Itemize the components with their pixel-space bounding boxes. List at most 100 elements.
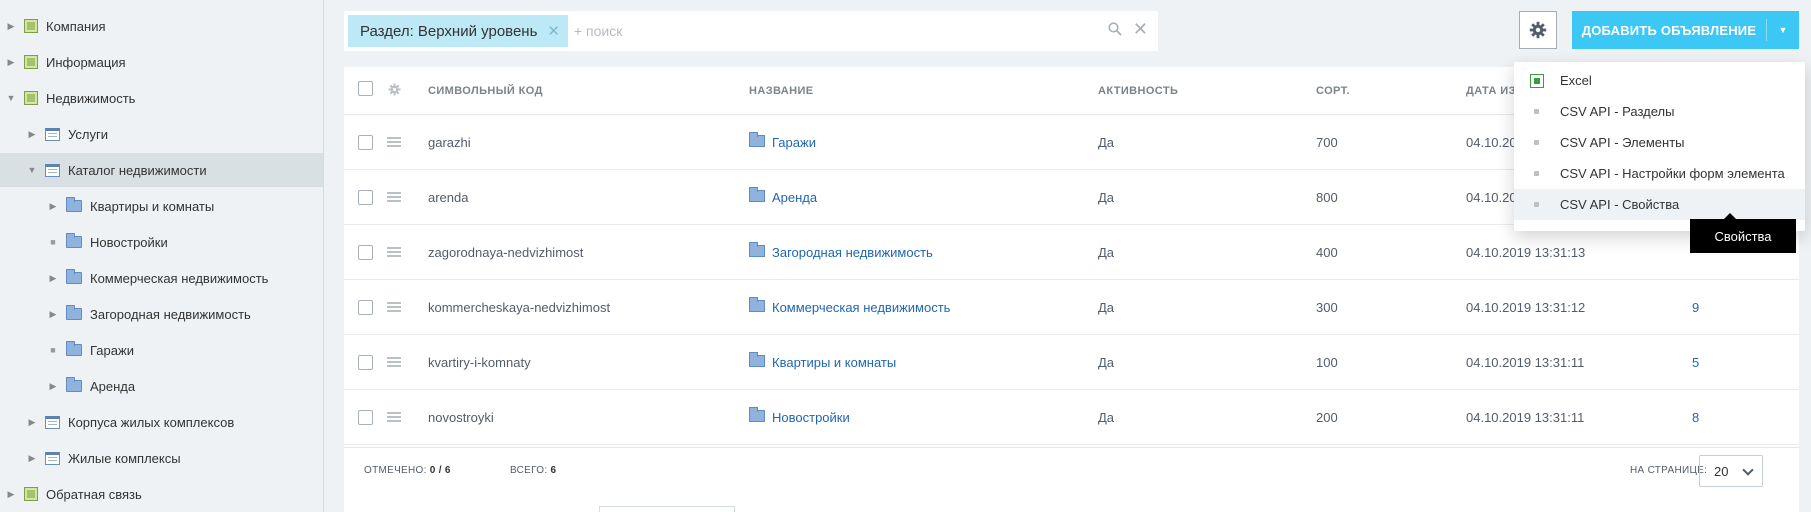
iblock-type-icon — [24, 91, 38, 105]
sidebar-item-feedback[interactable]: ▶ Обратная связь — [0, 477, 323, 511]
menu-item-label: Excel — [1560, 73, 1592, 88]
drag-handle-icon[interactable] — [387, 412, 401, 422]
collapse-arrow-icon[interactable]: ▼ — [6, 93, 16, 103]
cell-date: 04.10.2019 13:31:13 — [1466, 245, 1586, 260]
filter-chip-label: Раздел: Верхний уровень — [360, 22, 538, 40]
folder-icon — [66, 269, 82, 284]
filter-chip[interactable]: Раздел: Верхний уровень ✕ — [348, 15, 568, 47]
expand-arrow-icon[interactable]: ▶ — [6, 21, 16, 32]
sidebar-item-buildings[interactable]: ▶ Корпуса жилых комплексов — [0, 405, 323, 439]
row-checkbox[interactable] — [358, 245, 373, 260]
add-listing-button[interactable]: ДОБАВИТЬ ОБЪЯВЛЕНИЕ ▼ — [1572, 11, 1799, 49]
row-checkbox[interactable] — [358, 410, 373, 425]
total-counter: ВСЕГО: 6 — [510, 465, 556, 476]
folder-icon — [749, 352, 765, 367]
gear-icon — [1529, 21, 1547, 39]
cell-name-link[interactable]: Коммерческая недвижимость — [772, 300, 950, 315]
expand-arrow-icon[interactable]: ▶ — [6, 489, 16, 500]
tooltip: Свойства — [1690, 213, 1796, 253]
menu-item-label: CSV API - Свойства — [1560, 197, 1680, 212]
cell-count-link[interactable]: 8 — [1692, 410, 1699, 425]
column-header-active[interactable]: АКТИВНОСТЬ — [1098, 85, 1178, 97]
cell-code: zagorodnaya-nedvizhimost — [428, 245, 584, 260]
drag-handle-icon[interactable] — [387, 247, 401, 257]
expand-arrow-icon[interactable]: ▶ — [48, 381, 58, 392]
expand-arrow-icon[interactable]: ▶ — [6, 57, 16, 68]
folder-icon — [749, 297, 765, 312]
cell-name-link[interactable]: Аренда — [772, 190, 817, 205]
sidebar-item-catalog[interactable]: ▼ Каталог недвижимости — [0, 153, 323, 187]
select-all-checkbox[interactable] — [358, 81, 373, 96]
sidebar-item-services[interactable]: ▶ Услуги — [0, 117, 323, 151]
cell-code: arenda — [428, 190, 469, 205]
cell-date: 04.10.2019 13:31:12 — [1466, 300, 1586, 315]
menu-item-csv-elements[interactable]: CSV API - Элементы — [1514, 127, 1805, 158]
column-settings-gear-icon[interactable] — [388, 83, 401, 96]
expand-arrow-icon[interactable]: ▶ — [48, 309, 58, 320]
sidebar-item-country[interactable]: ▶ Загородная недвижимость — [0, 297, 323, 331]
sidebar-item-label: Жилые комплексы — [68, 450, 181, 466]
cell-name-link[interactable]: Гаражи — [772, 135, 816, 150]
table-row[interactable]: kommercheskaya-nedvizhimost Коммерческая… — [344, 280, 1799, 335]
menu-item-excel[interactable]: Excel — [1514, 65, 1805, 96]
menu-item-csv-sections[interactable]: CSV API - Разделы — [1514, 96, 1805, 127]
expand-arrow-icon[interactable]: ▶ — [27, 417, 37, 428]
settings-button[interactable] — [1519, 11, 1557, 49]
collapse-arrow-icon[interactable]: ▼ — [27, 165, 37, 175]
cell-name-link[interactable]: Квартиры и комнаты — [772, 355, 896, 370]
column-header-sort[interactable]: СОРТ. — [1316, 85, 1350, 97]
menu-item-csv-properties[interactable]: CSV API - Свойства — [1514, 189, 1805, 220]
clear-icon[interactable]: ✕ — [1133, 19, 1148, 40]
folder-icon — [749, 132, 765, 147]
cell-name-link[interactable]: Новостройки — [772, 410, 850, 425]
expand-arrow-icon[interactable]: ▶ — [48, 273, 58, 284]
grid-footer: ОТМЕЧЕНО: 0 / 6 ВСЕГО: 6 НА СТРАНИЦЕ: 20 — [344, 447, 1799, 492]
sidebar-item-label: Загородная недвижимость — [90, 306, 251, 322]
row-checkbox[interactable] — [358, 355, 373, 370]
sidebar-item-complexes[interactable]: ▶ Жилые комплексы — [0, 441, 323, 475]
folder-icon — [66, 377, 82, 392]
expand-arrow-icon[interactable]: ▶ — [48, 201, 58, 212]
filter-bar[interactable]: Раздел: Верхний уровень ✕ ✕ — [344, 11, 1158, 51]
sidebar-item-company[interactable]: ▶ Компания — [0, 9, 323, 43]
sidebar-item-newbuildings[interactable]: ■ Новостройки — [0, 225, 323, 259]
expand-arrow-icon[interactable]: ▶ — [27, 129, 37, 140]
table-row[interactable]: kvartiry-i-komnaty Квартиры и комнаты Да… — [344, 335, 1799, 390]
cell-name-link[interactable]: Загородная недвижимость — [772, 245, 933, 260]
drag-handle-icon[interactable] — [387, 357, 401, 367]
column-header-code[interactable]: СИМВОЛЬНЫЙ КОД — [428, 85, 543, 97]
drag-handle-icon[interactable] — [387, 302, 401, 312]
sidebar-item-apartments[interactable]: ▶ Квартиры и комнаты — [0, 189, 323, 223]
sidebar-item-commercial[interactable]: ▶ Коммерческая недвижимость — [0, 261, 323, 295]
folder-icon — [66, 305, 82, 320]
sidebar-item-info[interactable]: ▶ Информация — [0, 45, 323, 79]
expand-arrow-icon[interactable]: ▶ — [27, 453, 37, 464]
cell-count-link[interactable]: 5 — [1692, 355, 1699, 370]
sidebar-item-label: Недвижимость — [46, 90, 136, 106]
caret-down-icon[interactable]: ▼ — [1767, 25, 1799, 35]
search-icon[interactable] — [1108, 22, 1122, 36]
sidebar-item-garages[interactable]: ■ Гаражи — [0, 333, 323, 367]
table-row[interactable]: novostroyki Новостройки Да 200 04.10.201… — [344, 390, 1799, 445]
table-row[interactable]: zagorodnaya-nedvizhimost Загородная недв… — [344, 225, 1799, 280]
row-checkbox[interactable] — [358, 300, 373, 315]
per-page-select[interactable]: 20 — [1699, 455, 1763, 487]
iblock-type-icon — [24, 19, 38, 33]
per-page-label: НА СТРАНИЦЕ: — [1630, 465, 1708, 476]
pagination-box — [599, 506, 735, 512]
drag-handle-icon[interactable] — [387, 192, 401, 202]
row-checkbox[interactable] — [358, 190, 373, 205]
sidebar-item-rent[interactable]: ▶ Аренда — [0, 369, 323, 403]
column-header-name[interactable]: НАЗВАНИЕ — [749, 85, 814, 97]
chip-remove-icon[interactable]: ✕ — [547, 22, 560, 40]
menu-item-csv-form-settings[interactable]: CSV API - Настройки форм элемента — [1514, 158, 1805, 189]
marked-label: ОТМЕЧЕНО: — [364, 465, 427, 476]
column-header-date[interactable]: ДАТА ИЗ — [1466, 85, 1516, 97]
menu-item-label: CSV API - Разделы — [1560, 104, 1675, 119]
folder-icon — [66, 341, 82, 356]
cell-count-link[interactable]: 9 — [1692, 300, 1699, 315]
drag-handle-icon[interactable] — [387, 137, 401, 147]
row-checkbox[interactable] — [358, 135, 373, 150]
search-input[interactable] — [573, 23, 1094, 39]
sidebar-item-realty[interactable]: ▼ Недвижимость — [0, 81, 323, 115]
